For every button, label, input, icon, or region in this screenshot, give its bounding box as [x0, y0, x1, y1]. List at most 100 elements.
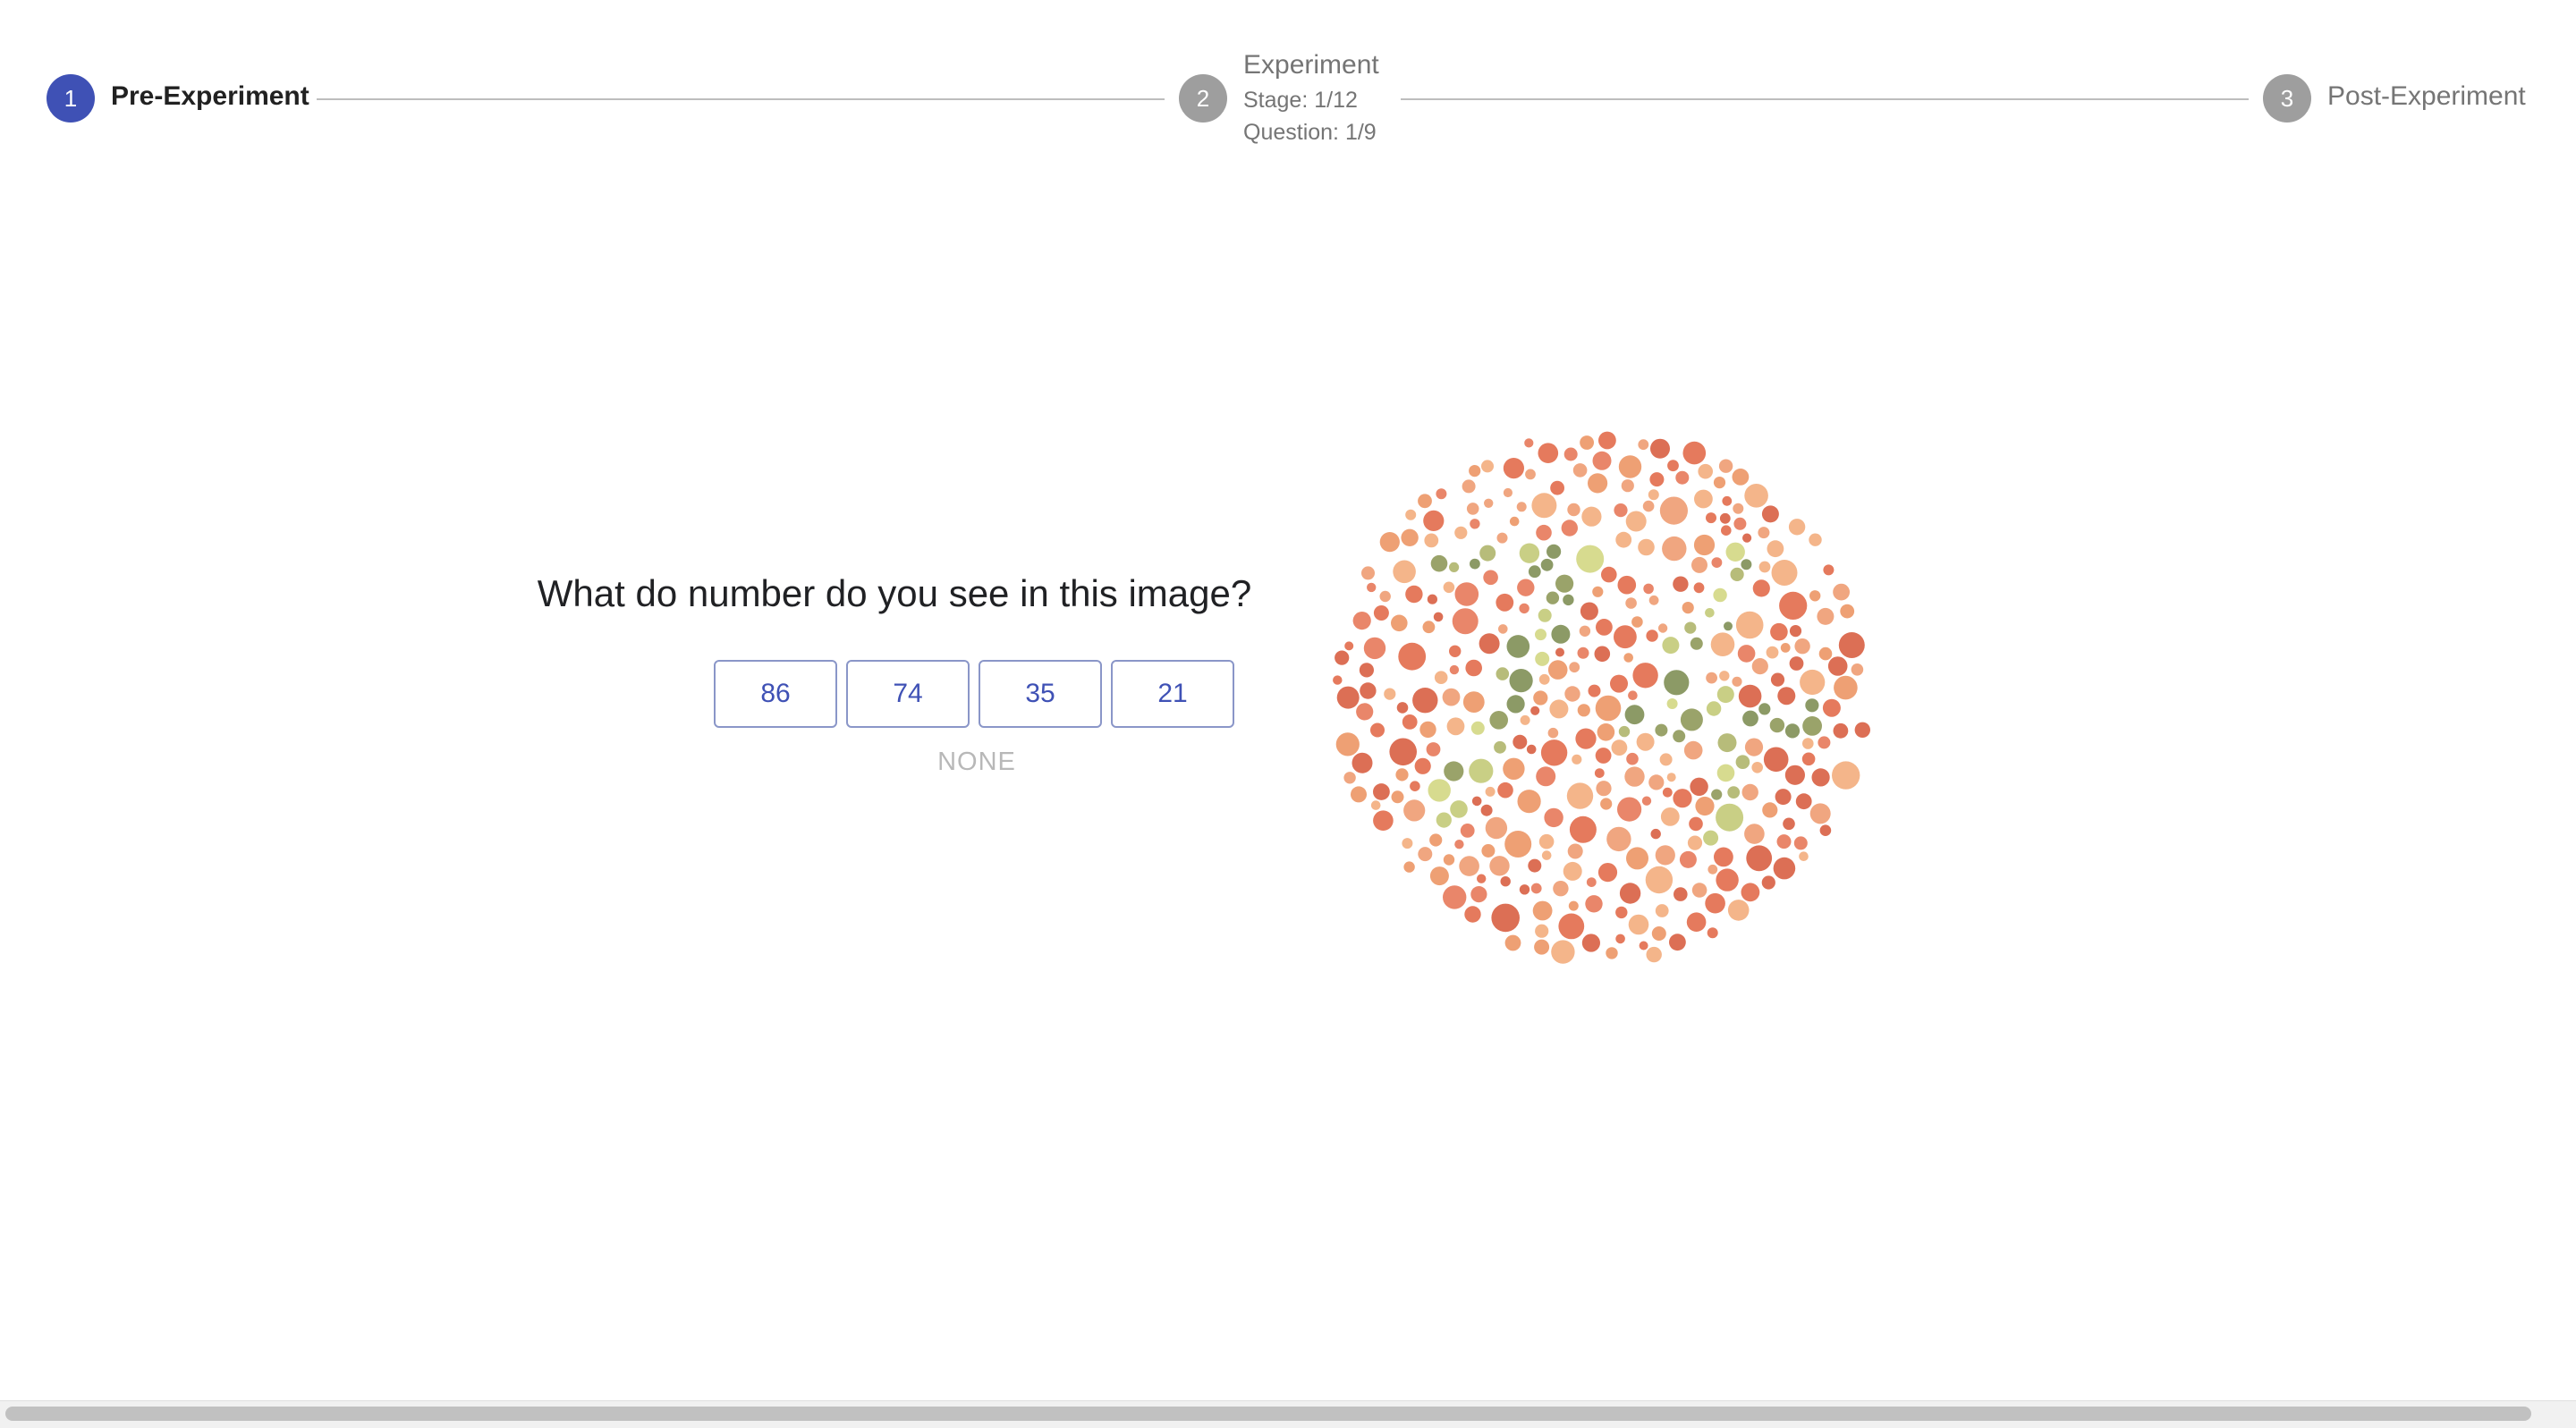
plate-dot: [1717, 733, 1737, 753]
plate-dot: [1569, 815, 1597, 843]
plate-dot: [1443, 885, 1467, 909]
plate-dot: [1351, 786, 1367, 803]
plate-dot: [1496, 532, 1508, 544]
plate-dot: [1598, 431, 1616, 450]
plate-dot: [1567, 503, 1580, 517]
plate-dot: [1716, 764, 1735, 782]
answer-button-74[interactable]: 74: [846, 660, 970, 728]
plate-dot: [1532, 900, 1553, 921]
plate-dot: [1606, 947, 1618, 959]
plate-dot: [1516, 502, 1527, 512]
plate-dot: [1479, 545, 1496, 562]
plate-dot: [1561, 520, 1578, 537]
plate-dot: [1711, 557, 1723, 568]
plate-dot: [1669, 934, 1686, 951]
plate-dot: [1614, 625, 1637, 649]
plate-dot: [1481, 844, 1496, 858]
plate-dot: [1563, 594, 1574, 606]
plate-dot: [1625, 511, 1647, 532]
step-2-label[interactable]: Experiment: [1243, 50, 1379, 80]
plate-dot: [1628, 690, 1638, 700]
plate-dot: [1577, 704, 1590, 717]
plate-dot: [1655, 904, 1669, 917]
step-3-circle[interactable]: 3: [2263, 74, 2311, 123]
plate-dot: [1618, 725, 1631, 738]
plate-dot: [1682, 441, 1707, 465]
plate-dot: [1648, 595, 1659, 605]
plate-dot: [1471, 796, 1482, 807]
plate-dot: [1504, 934, 1521, 951]
plate-dot: [1641, 796, 1652, 806]
plate-dot: [1538, 673, 1550, 685]
answer-button-21[interactable]: 21: [1111, 660, 1234, 728]
plate-dot: [1428, 779, 1451, 802]
plate-dot: [1819, 824, 1832, 836]
plate-dot: [1822, 698, 1841, 717]
plate-dot: [1454, 582, 1479, 606]
plate-dot: [1513, 734, 1528, 749]
plate-dot: [1714, 847, 1733, 867]
plate-dot: [1419, 721, 1436, 739]
plate-dot: [1766, 646, 1779, 659]
plate-dot: [1827, 656, 1848, 676]
plate-dot: [1706, 672, 1717, 684]
plate-dot: [1504, 831, 1532, 858]
plate-dot: [1600, 798, 1613, 810]
plate-dot: [1389, 738, 1417, 766]
step-2-circle[interactable]: 2: [1179, 74, 1227, 123]
step-1-circle[interactable]: 1: [47, 74, 95, 123]
plate-dot: [1470, 721, 1485, 735]
step-1-label[interactable]: Pre-Experiment: [111, 81, 309, 112]
plate-dot: [1619, 883, 1641, 904]
plate-dot: [1646, 946, 1662, 963]
plate-dot: [1769, 717, 1785, 733]
plate-dot: [1519, 603, 1530, 614]
plate-dot: [1594, 768, 1605, 778]
plate-dot: [1809, 803, 1831, 824]
plate-dot: [1655, 845, 1675, 866]
plate-dot: [1551, 940, 1575, 964]
plate-dot: [1738, 684, 1762, 708]
plate-dot: [1823, 564, 1835, 576]
plate-dot: [1776, 834, 1792, 849]
plate-dot: [1675, 470, 1690, 485]
plate-dot: [1694, 489, 1713, 509]
plate-dot: [1531, 493, 1557, 519]
plate-dot: [1832, 761, 1860, 790]
plate-dot: [1660, 807, 1680, 826]
plate-dot: [1744, 484, 1768, 508]
plate-dot: [1611, 739, 1628, 756]
none-button[interactable]: NONE: [894, 748, 1059, 783]
plate-dot: [1449, 645, 1462, 657]
plate-dot: [1462, 479, 1476, 494]
plate-dot: [1485, 816, 1508, 840]
plate-dot: [1503, 757, 1525, 780]
plate-dot: [1577, 646, 1589, 659]
plate-dot: [1617, 575, 1637, 595]
plate-dot: [1379, 590, 1391, 603]
plate-dot: [1809, 590, 1821, 602]
plate-dot: [1761, 875, 1775, 890]
plate-dot: [1442, 688, 1461, 706]
plate-dot: [1595, 748, 1612, 764]
plate-dot: [1657, 623, 1668, 633]
plate-dot: [1618, 455, 1642, 478]
answer-button-86[interactable]: 86: [714, 660, 837, 728]
plate-dot: [1547, 727, 1559, 739]
plate-dot: [1436, 812, 1452, 828]
plate-dot: [1592, 586, 1604, 597]
plate-dot: [1818, 736, 1831, 749]
plate-dot: [1713, 587, 1727, 603]
plate-dot: [1469, 758, 1494, 783]
plate-dot: [1460, 824, 1475, 838]
plate-dot: [1566, 782, 1594, 809]
step-3-label[interactable]: Post-Experiment: [2327, 81, 2526, 112]
plate-dot: [1489, 856, 1510, 876]
plate-dot: [1805, 698, 1819, 713]
step-2-stage: Stage: 1/12: [1243, 88, 1358, 113]
plate-dot: [1673, 576, 1689, 592]
plate-dot: [1666, 698, 1678, 709]
plate-dot: [1689, 816, 1703, 832]
scrollbar-thumb[interactable]: [5, 1407, 2531, 1421]
answer-button-35[interactable]: 35: [979, 660, 1102, 728]
